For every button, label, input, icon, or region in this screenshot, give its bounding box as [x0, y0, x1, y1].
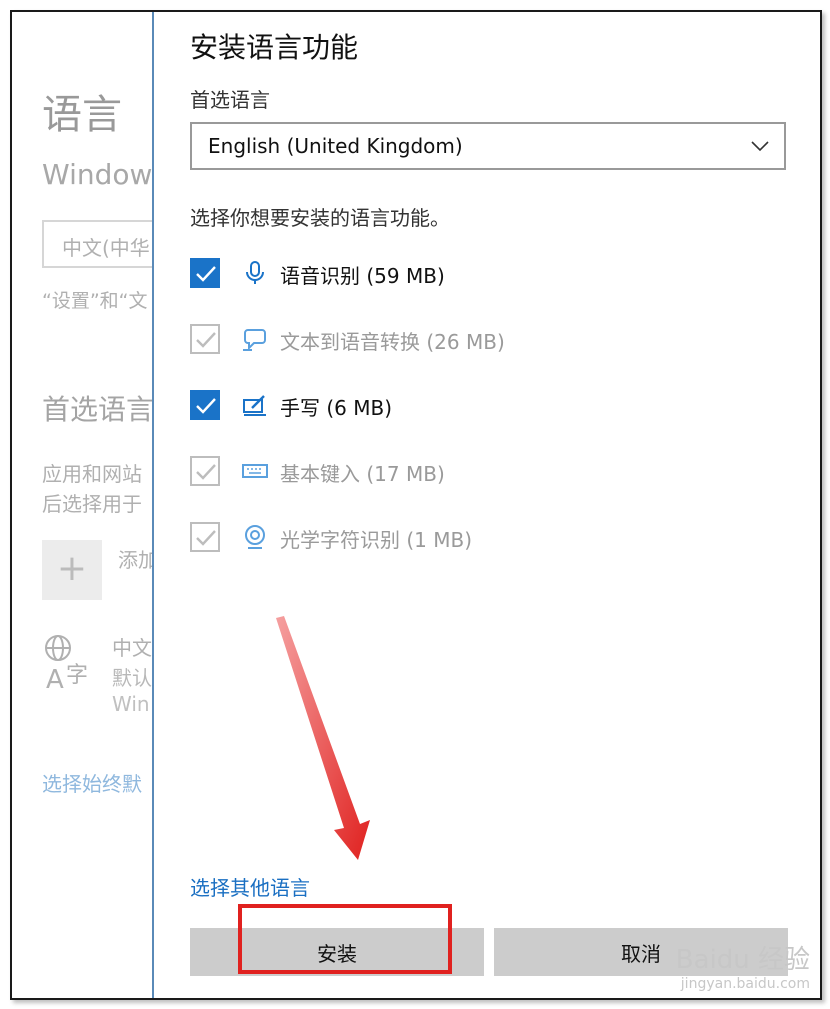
page-title: 语言 — [42, 92, 122, 138]
checkmark-icon — [196, 464, 216, 480]
checkmark-icon — [196, 398, 216, 414]
baidu-watermark: Baidu 经验 jingyan.baidu.com — [676, 939, 810, 992]
display-language-select[interactable]: 中文(中华 — [42, 220, 152, 268]
feature-label: 光学字符识别 (1 MB) — [280, 528, 473, 552]
language-name[interactable]: 中文 — [112, 632, 152, 661]
language-icon: A 字 — [45, 635, 88, 692]
settings-note: “设置”和“文 — [42, 290, 148, 312]
feature-speech-recognition[interactable]: 语音识别 (59 MB) — [190, 258, 750, 292]
feature-handwriting[interactable]: 手写 (6 MB) — [190, 390, 750, 424]
feature-checkbox[interactable] — [190, 258, 220, 288]
svg-text:A: A — [46, 665, 64, 692]
preferred-desc-line-1: 应用和网站 — [42, 462, 142, 486]
microphone-icon — [246, 261, 264, 284]
dropdown-value: English (United Kingdom) — [208, 134, 463, 158]
feature-basic-typing: 基本键入 (17 MB) — [190, 456, 750, 490]
language-detail: Win — [112, 692, 150, 716]
watermark-text: Baidu 经验 — [675, 945, 810, 975]
feature-label: 基本键入 (17 MB) — [280, 462, 445, 486]
checkmark-icon — [196, 266, 216, 282]
preferred-language-dropdown[interactable]: English (United Kingdom) — [190, 122, 786, 170]
feature-label: 文本到语音转换 (26 MB) — [280, 330, 505, 354]
language-status: 默认 — [112, 666, 152, 690]
choose-default-link[interactable]: 选择始终默 — [42, 768, 142, 797]
page-subtitle: Window — [42, 158, 152, 191]
features-instruction: 选择你想要安装的语言功能。 — [190, 206, 450, 230]
feature-checkbox — [190, 324, 220, 354]
install-button[interactable]: 安装 — [190, 928, 484, 976]
add-language-label: 添加 — [118, 548, 152, 572]
preferred-languages-heading: 首选语言 — [42, 393, 152, 426]
add-language-button[interactable]: + — [42, 540, 102, 600]
checkmark-icon — [196, 332, 216, 348]
dialog-title: 安装语言功能 — [190, 31, 359, 64]
watermark-url: jingyan.baidu.com — [680, 976, 810, 992]
preferred-language-label: 首选语言 — [190, 88, 270, 112]
choose-other-language-link[interactable]: 选择其他语言 — [190, 872, 310, 901]
install-language-features-dialog: 安装语言功能 首选语言 English (United Kingdom) 选择你… — [152, 12, 820, 998]
pen-icon — [243, 395, 266, 416]
speech-bubble-icon — [243, 329, 266, 351]
preferred-desc-line-2: 后选择用于 — [42, 492, 142, 516]
checkmark-icon — [196, 530, 216, 546]
settings-background-page: 语言 Window 中文(中华 “设置”和“文 首选语言 应用和网站 后选择用于… — [12, 12, 152, 998]
screenshot-frame: 语言 Window 中文(中华 “设置”和“文 首选语言 应用和网站 后选择用于… — [10, 10, 822, 1000]
svg-text:字: 字 — [66, 663, 88, 688]
feature-label: 语音识别 (59 MB) — [280, 264, 445, 288]
feature-ocr: 光学字符识别 (1 MB) — [190, 522, 750, 556]
chevron-down-icon — [751, 141, 769, 152]
feature-checkbox[interactable] — [190, 390, 220, 420]
display-language-value: 中文(中华 — [62, 236, 150, 260]
ocr-icon — [245, 525, 265, 549]
feature-checkbox — [190, 456, 220, 486]
keyboard-icon — [242, 464, 268, 478]
feature-label: 手写 (6 MB) — [280, 396, 393, 420]
feature-text-to-speech: 文本到语音转换 (26 MB) — [190, 324, 750, 358]
feature-checkbox — [190, 522, 220, 552]
plus-icon: + — [56, 548, 88, 589]
